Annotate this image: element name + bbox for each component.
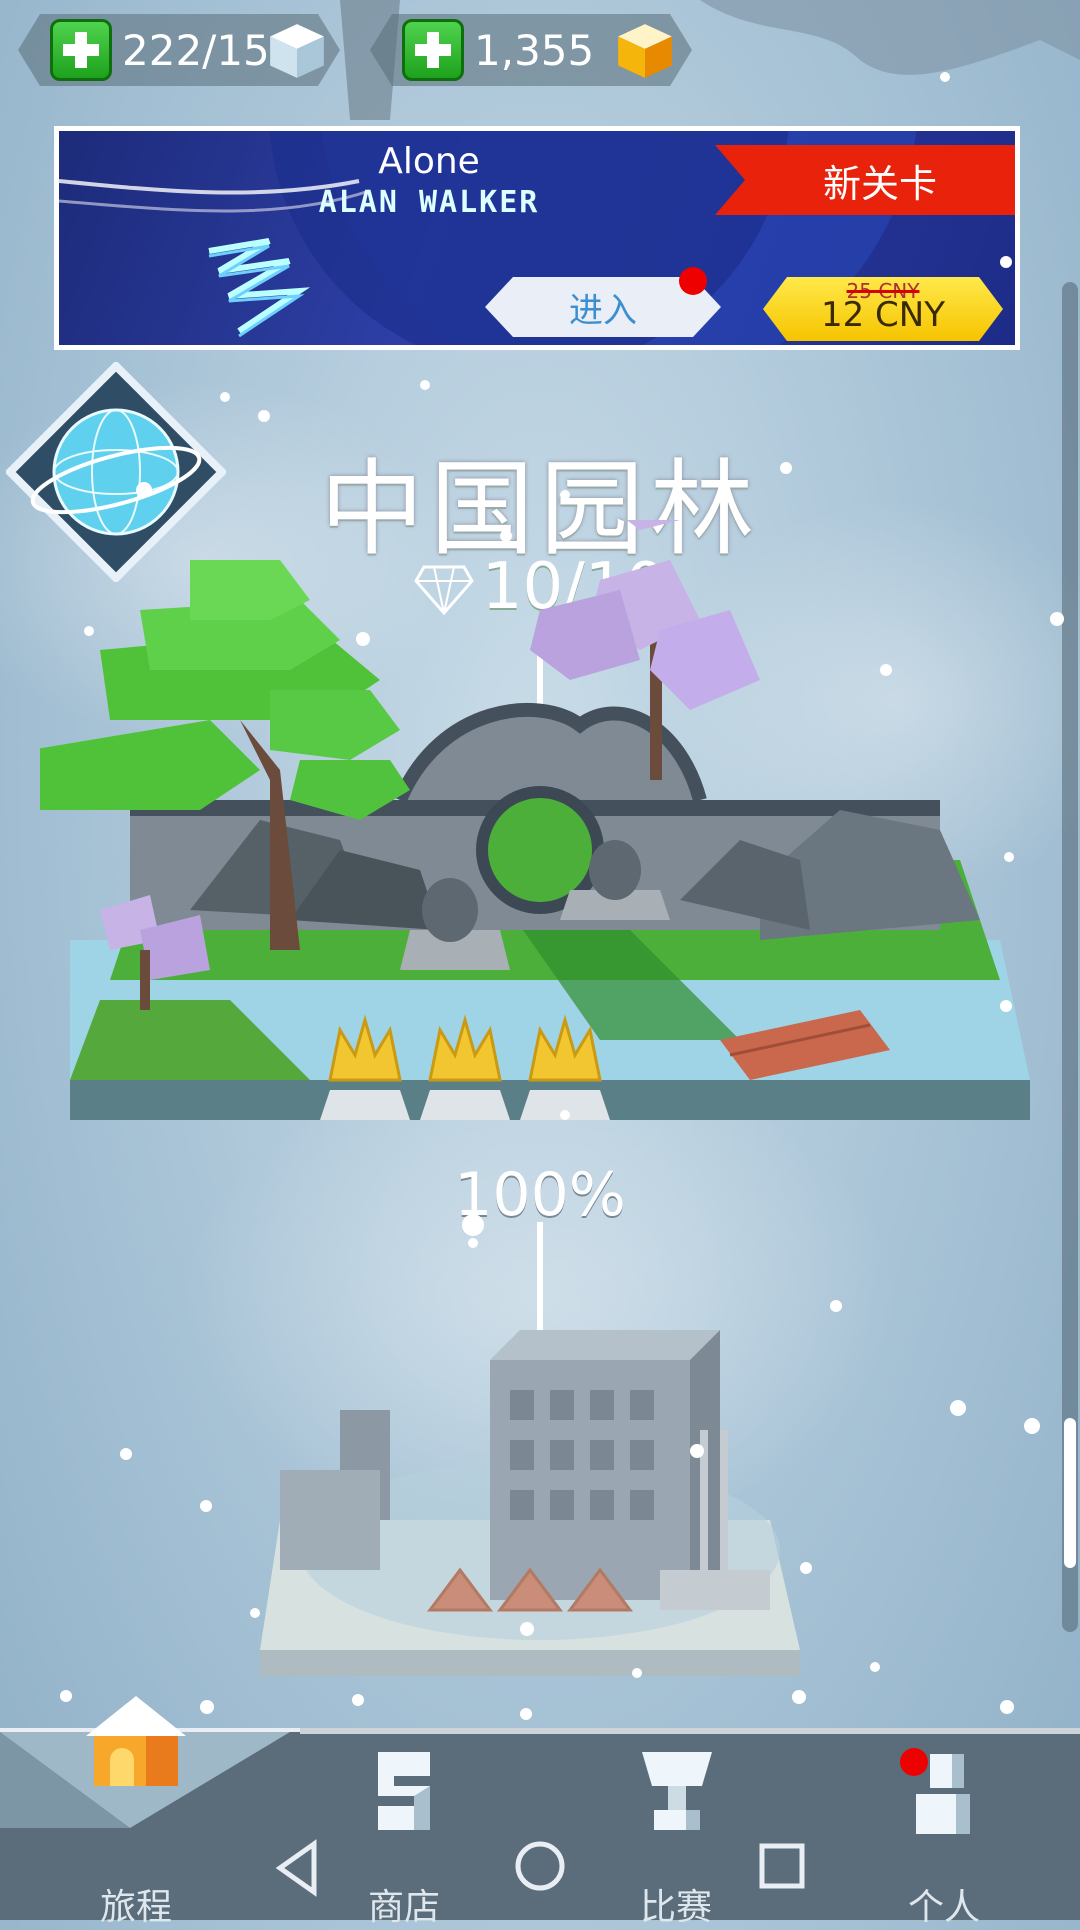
chinese-garden-level[interactable] (40, 520, 1040, 1140)
scrollbar-thumb[interactable] (1064, 1418, 1076, 1568)
house-icon (86, 1696, 186, 1786)
new-level-ribbon: 新关卡 (715, 145, 1015, 215)
system-recents-button[interactable] (752, 1836, 812, 1896)
nav-label-contest: 比赛 (639, 1887, 712, 1928)
cube-icon (266, 20, 328, 82)
nav-item-profile[interactable]: 个人 (864, 1728, 1024, 1928)
level-completion: 100% (454, 1160, 626, 1230)
shop-icon (378, 1752, 430, 1830)
add-cubes-button[interactable] (50, 19, 112, 81)
banner-song-title: Alone (378, 141, 480, 182)
banner-artist-name: ALAN WALKER (318, 185, 540, 220)
nav-label-shop: 商店 (367, 1887, 440, 1928)
price-button[interactable]: 25 CNY 12 CNY (763, 277, 1003, 341)
cube-count: 222/15 (122, 25, 270, 75)
nav-label-journey: 旅程 (99, 1887, 172, 1928)
enter-notification-dot (679, 267, 707, 295)
bottom-navigation: 旅程 商店 比赛 个人 (0, 1696, 1080, 1928)
gem-count: 1,355 (474, 25, 595, 75)
add-gems-button[interactable] (402, 19, 464, 81)
next-level-island[interactable] (260, 1320, 820, 1680)
cube-currency-bar: 222/15 (18, 14, 340, 86)
nav-item-shop[interactable]: 商店 (324, 1728, 484, 1928)
gem-currency-bar: 1,355 (370, 14, 692, 86)
nav-item-journey[interactable]: 旅程 (56, 1696, 216, 1928)
system-back-button[interactable] (270, 1838, 330, 1898)
system-home-button[interactable] (510, 1836, 570, 1896)
nav-item-contest[interactable]: 比赛 (596, 1728, 756, 1928)
trophy-icon (642, 1752, 712, 1830)
promo-banner[interactable]: Alone ALAN WALKER 进入 新关卡 25 CNY 12 CNY (54, 126, 1020, 350)
gem-cube-icon (614, 20, 676, 82)
profile-notification-dot (900, 1748, 928, 1776)
nav-label-profile: 个人 (907, 1887, 980, 1928)
new-price: 12 CNY (820, 295, 945, 335)
